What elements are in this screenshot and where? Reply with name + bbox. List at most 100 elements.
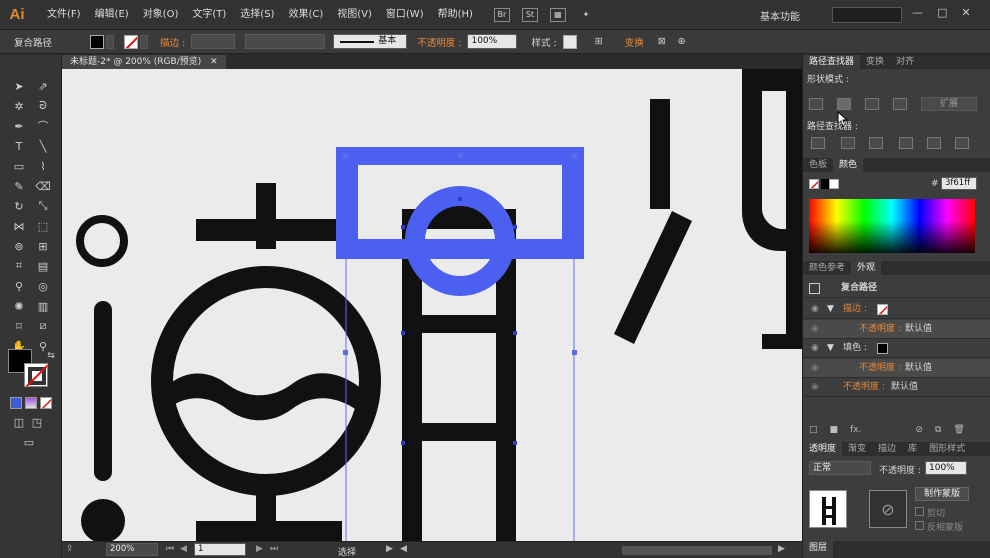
stroke-dropdown[interactable] [140,34,149,49]
screen-mode-icon[interactable]: ▭ [20,433,38,451]
visibility-eye-icon[interactable]: ◉ [811,359,819,378]
gradient-mode-icon[interactable] [25,397,37,409]
duplicate-item-icon[interactable]: ⧉ [935,425,941,435]
clear-appearance-icon[interactable]: ⊘ [915,425,923,435]
tab-swatches[interactable]: 色板 [803,158,833,172]
gradient-tool-icon[interactable]: ▤ [34,257,52,275]
disclosure-triangle-icon[interactable]: ▼ [827,339,834,358]
line-tool-icon[interactable]: ╲ [34,137,52,155]
fill-opacity-label[interactable]: 不透明度 : [859,359,901,378]
intersect-icon[interactable] [865,98,879,110]
color-mode-icon[interactable] [10,397,22,409]
width-tool-icon[interactable]: ⋈ [10,217,28,235]
tab-pathfinder[interactable]: 路径查找器 [803,55,861,69]
none-mode-icon[interactable] [40,397,52,409]
stroke-indicator[interactable] [24,363,48,387]
pen-tool-icon[interactable]: ✒ [10,117,28,135]
menu-edit[interactable]: 编辑(E) [88,0,136,30]
eyedropper-tool-icon[interactable]: ⚲ [10,277,28,295]
menu-object[interactable]: 对象(O) [136,0,186,30]
eraser-tool-icon[interactable]: ⌫ [34,177,52,195]
next-artboard-icon[interactable]: ▶ [256,544,263,554]
tab-close-icon[interactable]: ✕ [210,57,218,67]
menu-type[interactable]: 文字(T) [185,0,233,30]
align-icon[interactable]: ⊕ [678,36,686,47]
tab-appearance[interactable]: 外观 [851,261,882,275]
hex-field[interactable]: 3f61ff [941,177,977,190]
menu-view[interactable]: 视图(V) [330,0,379,30]
make-mask-button[interactable]: 制作蒙版 [915,487,969,501]
variable-width-field[interactable] [245,34,326,49]
artboard-canvas[interactable] [62,69,802,541]
graphic-style-swatch[interactable] [562,34,577,49]
appearance-stroke-row[interactable]: ◉ ▼ 描边 : [803,300,990,319]
shape-builder-tool-icon[interactable]: ⊚ [10,237,28,255]
appearance-fill-opacity-row[interactable]: ◉ 不透明度 : 默认值 [803,359,990,378]
slice-tool-icon[interactable]: ⧄ [34,317,52,335]
blend-tool-icon[interactable]: ◎ [34,277,52,295]
trim-icon[interactable] [841,137,855,149]
stroke-opacity-label[interactable]: 不透明度 : [859,320,901,339]
prev-artboard-icon[interactable]: ◀ [180,544,187,554]
scale-tool-icon[interactable]: ⤡ [34,197,52,215]
isolate-icon[interactable]: ⊠ [658,36,666,47]
swap-fill-stroke-icon[interactable]: ⇆ [42,347,60,365]
horizontal-scrollbar[interactable] [622,546,772,555]
disclosure-triangle-icon[interactable]: ▼ [827,300,834,319]
tab-transparency[interactable]: 透明度 [803,442,843,456]
zoom-field[interactable]: 200% [106,543,158,556]
recolor-icon[interactable]: ⊞ [595,36,603,47]
minus-back-icon[interactable] [955,137,969,149]
draw-mode-icon[interactable]: ◫ [10,413,28,431]
mesh-tool-icon[interactable]: ⌗ [10,257,28,275]
first-artboard-icon[interactable]: ⏮ [166,544,174,554]
scroll-right-icon[interactable]: ▶ [778,544,785,554]
stroke-swatch[interactable] [124,34,139,49]
fill-row-swatch[interactable] [877,343,888,354]
menu-window[interactable]: 窗口(W) [379,0,431,30]
tab-align[interactable]: 对齐 [890,55,920,69]
invert-mask-checkbox[interactable] [915,521,924,530]
last-artboard-icon[interactable]: ⏭ [270,544,278,554]
menu-select[interactable]: 选择(S) [233,0,281,30]
appearance-object-row[interactable]: 复合路径 [803,279,990,298]
close-icon[interactable]: ✕ [961,6,970,19]
bridge-icon[interactable]: Br [493,7,510,22]
clip-checkbox[interactable] [915,507,924,516]
tab-color[interactable]: 颜色 [833,158,864,172]
pencil-tool-icon[interactable]: ✎ [10,177,28,195]
stroke-row-swatch[interactable] [877,304,888,315]
crop-icon[interactable] [899,137,913,149]
add-stroke-icon[interactable]: □ [809,425,818,435]
artwork[interactable] [62,69,802,541]
color-spectrum[interactable] [809,199,975,253]
magic-wand-tool-icon[interactable]: ✲ [10,97,28,115]
visibility-eye-icon[interactable]: ◉ [811,320,819,339]
stroke-weight-field[interactable] [191,34,236,49]
type-tool-icon[interactable]: T [10,137,28,155]
delete-item-icon[interactable]: 🗑 [953,425,964,435]
free-transform-tool-icon[interactable]: ⬚ [34,217,52,235]
tab-color-guide[interactable]: 颜色参考 [803,261,851,275]
color-none-swatch[interactable] [809,179,819,189]
minimize-icon[interactable]: — [912,6,923,19]
outline-icon[interactable] [927,137,941,149]
tab-transform[interactable]: 变换 [860,55,890,69]
no-mask-icon[interactable]: ⊘ [869,490,907,528]
fill-row-label[interactable]: 填色 : [843,339,867,358]
maximize-icon[interactable]: □ [937,6,947,19]
appearance-fill-row[interactable]: ◉ ▼ 填色 : [803,339,990,358]
brush-definition-field[interactable]: 基本 [333,34,408,49]
transparency-opacity-field[interactable]: 100% [925,461,967,475]
menu-file[interactable]: 文件(F) [40,0,88,30]
color-white-swatch[interactable] [829,179,839,189]
scroll-left-icon[interactable]: ◀ [400,544,407,554]
document-tab[interactable]: 未标题-2* @ 200% (RGB/预览) ✕ [62,55,226,69]
divide-icon[interactable] [811,137,825,149]
curvature-tool-icon[interactable]: ⌒ [34,117,52,135]
menu-effect[interactable]: 效果(C) [281,0,330,30]
graph-tool-icon[interactable]: ▥ [34,297,52,315]
transform-link[interactable]: 变换 [625,35,644,49]
help-search-input[interactable] [832,7,902,23]
visibility-eye-icon[interactable]: ◉ [811,339,819,358]
